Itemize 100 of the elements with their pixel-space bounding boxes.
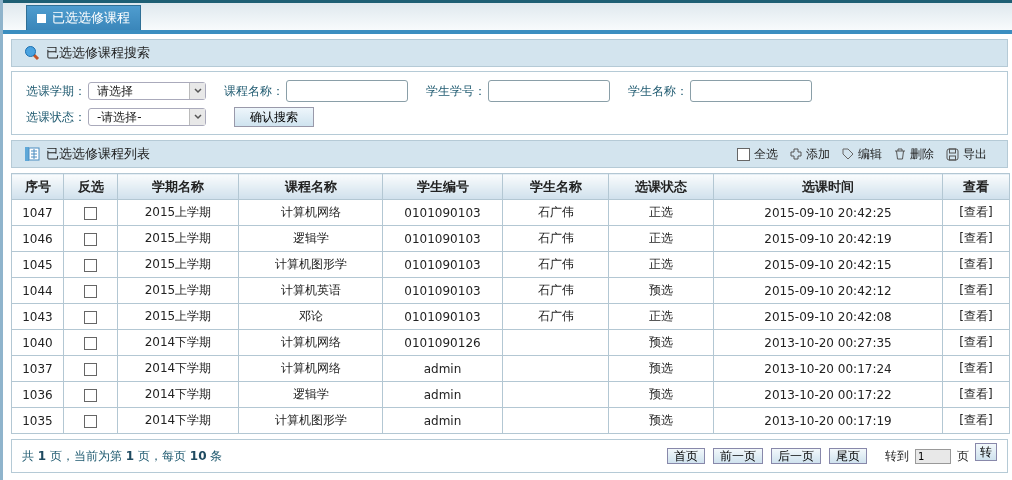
table-cell: 2015-09-10 20:42:12 bbox=[764, 283, 892, 298]
table-cell: admin bbox=[423, 387, 462, 402]
table-cell: 1045 bbox=[22, 257, 53, 272]
checkbox[interactable] bbox=[84, 336, 97, 350]
table-cell: 1047 bbox=[22, 205, 53, 220]
caret-icon bbox=[193, 88, 202, 94]
table-cell: 2013-10-20 00:17:24 bbox=[764, 361, 892, 376]
page-input[interactable]: 1 bbox=[915, 448, 951, 464]
table-cell: 2013-10-20 00:27:35 bbox=[764, 335, 892, 350]
table-cell: 0101090103 bbox=[404, 283, 481, 298]
checkbox[interactable] bbox=[84, 232, 97, 246]
table-cell: admin bbox=[423, 361, 462, 376]
search-button[interactable]: 确认搜索 bbox=[234, 107, 314, 127]
column-header: 查看 bbox=[942, 173, 1010, 200]
table-cell: 计算机图形学 bbox=[274, 257, 347, 271]
table-cell: 0101090103 bbox=[404, 257, 481, 272]
caret-icon bbox=[193, 114, 202, 120]
select-field[interactable]: 请选择 bbox=[88, 82, 206, 100]
table-cell: 1037 bbox=[22, 361, 53, 376]
field-label: 选课状态： bbox=[26, 108, 86, 126]
checkbox[interactable] bbox=[84, 284, 97, 298]
table-cell: 0101090126 bbox=[404, 335, 481, 350]
table-cell: 1035 bbox=[22, 413, 53, 428]
page-summary: 共 1 页，当前为第 1 页，每页 10 条 bbox=[22, 447, 223, 465]
table-cell: 预选 bbox=[649, 361, 673, 375]
toolbar-link[interactable]: 删除 bbox=[910, 145, 934, 163]
checkbox[interactable] bbox=[84, 206, 97, 220]
table-cell: 1040 bbox=[22, 335, 53, 350]
table-cell: 石广伟 bbox=[537, 257, 574, 271]
table-cell: 石广伟 bbox=[537, 205, 574, 219]
toolbar-link[interactable]: 全选 bbox=[754, 145, 778, 163]
table-cell: 正选 bbox=[649, 231, 673, 245]
table-cell: 2015-09-10 20:42:08 bbox=[764, 309, 892, 324]
table-cell: 正选 bbox=[649, 257, 673, 271]
checkbox[interactable] bbox=[84, 258, 97, 272]
column-header: 反选 bbox=[63, 173, 118, 200]
table-cell: 2014下学期 bbox=[144, 387, 212, 401]
plus-icon bbox=[790, 148, 802, 160]
table-cell: 2015-09-10 20:42:19 bbox=[764, 231, 892, 246]
checkbox[interactable] bbox=[84, 388, 97, 402]
search-icon bbox=[24, 45, 40, 61]
table-cell: 计算机网络 bbox=[280, 361, 341, 375]
table-cell: 0101090103 bbox=[404, 205, 481, 220]
table-cell: 2015上学期 bbox=[144, 283, 212, 297]
checkbox[interactable] bbox=[84, 310, 97, 324]
column-header: 序号 bbox=[11, 173, 64, 200]
table-cell: 计算机英语 bbox=[280, 283, 341, 297]
table-cell: 逻辑学 bbox=[292, 387, 329, 401]
input-field[interactable] bbox=[488, 80, 610, 102]
input-field[interactable] bbox=[286, 80, 408, 102]
column-header: 课程名称 bbox=[238, 173, 383, 200]
table-cell: 2014下学期 bbox=[144, 361, 212, 375]
field-label: 选课学期： bbox=[26, 82, 86, 100]
table-cell: 预选 bbox=[649, 283, 673, 297]
table-cell: 1043 bbox=[22, 309, 53, 324]
table-cell: 预选 bbox=[649, 387, 673, 401]
column-header: 学生编号 bbox=[382, 173, 503, 200]
page-button[interactable]: 尾页 bbox=[829, 448, 867, 464]
go-button[interactable]: 转 bbox=[975, 443, 997, 461]
column-header: 学期名称 bbox=[117, 173, 239, 200]
table-cell: 正选 bbox=[649, 309, 673, 323]
toolbar-link[interactable]: 编辑 bbox=[858, 145, 882, 163]
page-button[interactable]: 后一页 bbox=[771, 448, 821, 464]
table-cell: 预选 bbox=[649, 335, 673, 349]
checkbox[interactable] bbox=[84, 362, 97, 376]
table-cell: 1046 bbox=[22, 231, 53, 246]
table-cell: 石广伟 bbox=[537, 283, 574, 297]
table-cell: 1044 bbox=[22, 283, 53, 298]
toolbar-link[interactable]: 导出 bbox=[963, 145, 987, 163]
table-cell: 2014下学期 bbox=[144, 413, 212, 427]
input-field[interactable] bbox=[690, 80, 812, 102]
page-button[interactable]: 前一页 bbox=[713, 448, 763, 464]
select-field[interactable]: -请选择- bbox=[88, 108, 206, 126]
table-cell: 2015上学期 bbox=[144, 309, 212, 323]
save-icon bbox=[946, 147, 959, 161]
table-cell: 2015上学期 bbox=[144, 257, 212, 271]
table-cell: 2015上学期 bbox=[144, 231, 212, 245]
table-cell: 石广伟 bbox=[537, 231, 574, 245]
table-cell: 预选 bbox=[649, 413, 673, 427]
panel-title: 已选选修课程列表 bbox=[46, 145, 150, 163]
goto-label: 转到 bbox=[885, 447, 909, 465]
field-label: 课程名称： bbox=[224, 82, 284, 100]
table-cell: 逻辑学 bbox=[292, 231, 329, 245]
table-cell: admin bbox=[423, 413, 462, 428]
tag-icon bbox=[842, 148, 854, 160]
table-cell: 2014下学期 bbox=[144, 335, 212, 349]
table-cell: 2015-09-10 20:42:25 bbox=[764, 205, 892, 220]
toolbar-link[interactable]: 添加 bbox=[806, 145, 830, 163]
table-icon bbox=[24, 146, 40, 162]
table-cell: 计算机图形学 bbox=[274, 413, 347, 427]
checkbox[interactable] bbox=[84, 414, 97, 428]
table-cell: 2015-09-10 20:42:15 bbox=[764, 257, 892, 272]
column-header: 学生名称 bbox=[502, 173, 609, 200]
table-cell: 2013-10-20 00:17:22 bbox=[764, 387, 892, 402]
page-unit: 页 bbox=[957, 447, 969, 465]
trash-icon bbox=[894, 148, 906, 160]
page-button[interactable]: 首页 bbox=[667, 448, 705, 464]
table-cell: 0101090103 bbox=[404, 231, 481, 246]
checkbox[interactable] bbox=[737, 147, 750, 161]
table-cell: 正选 bbox=[649, 205, 673, 219]
